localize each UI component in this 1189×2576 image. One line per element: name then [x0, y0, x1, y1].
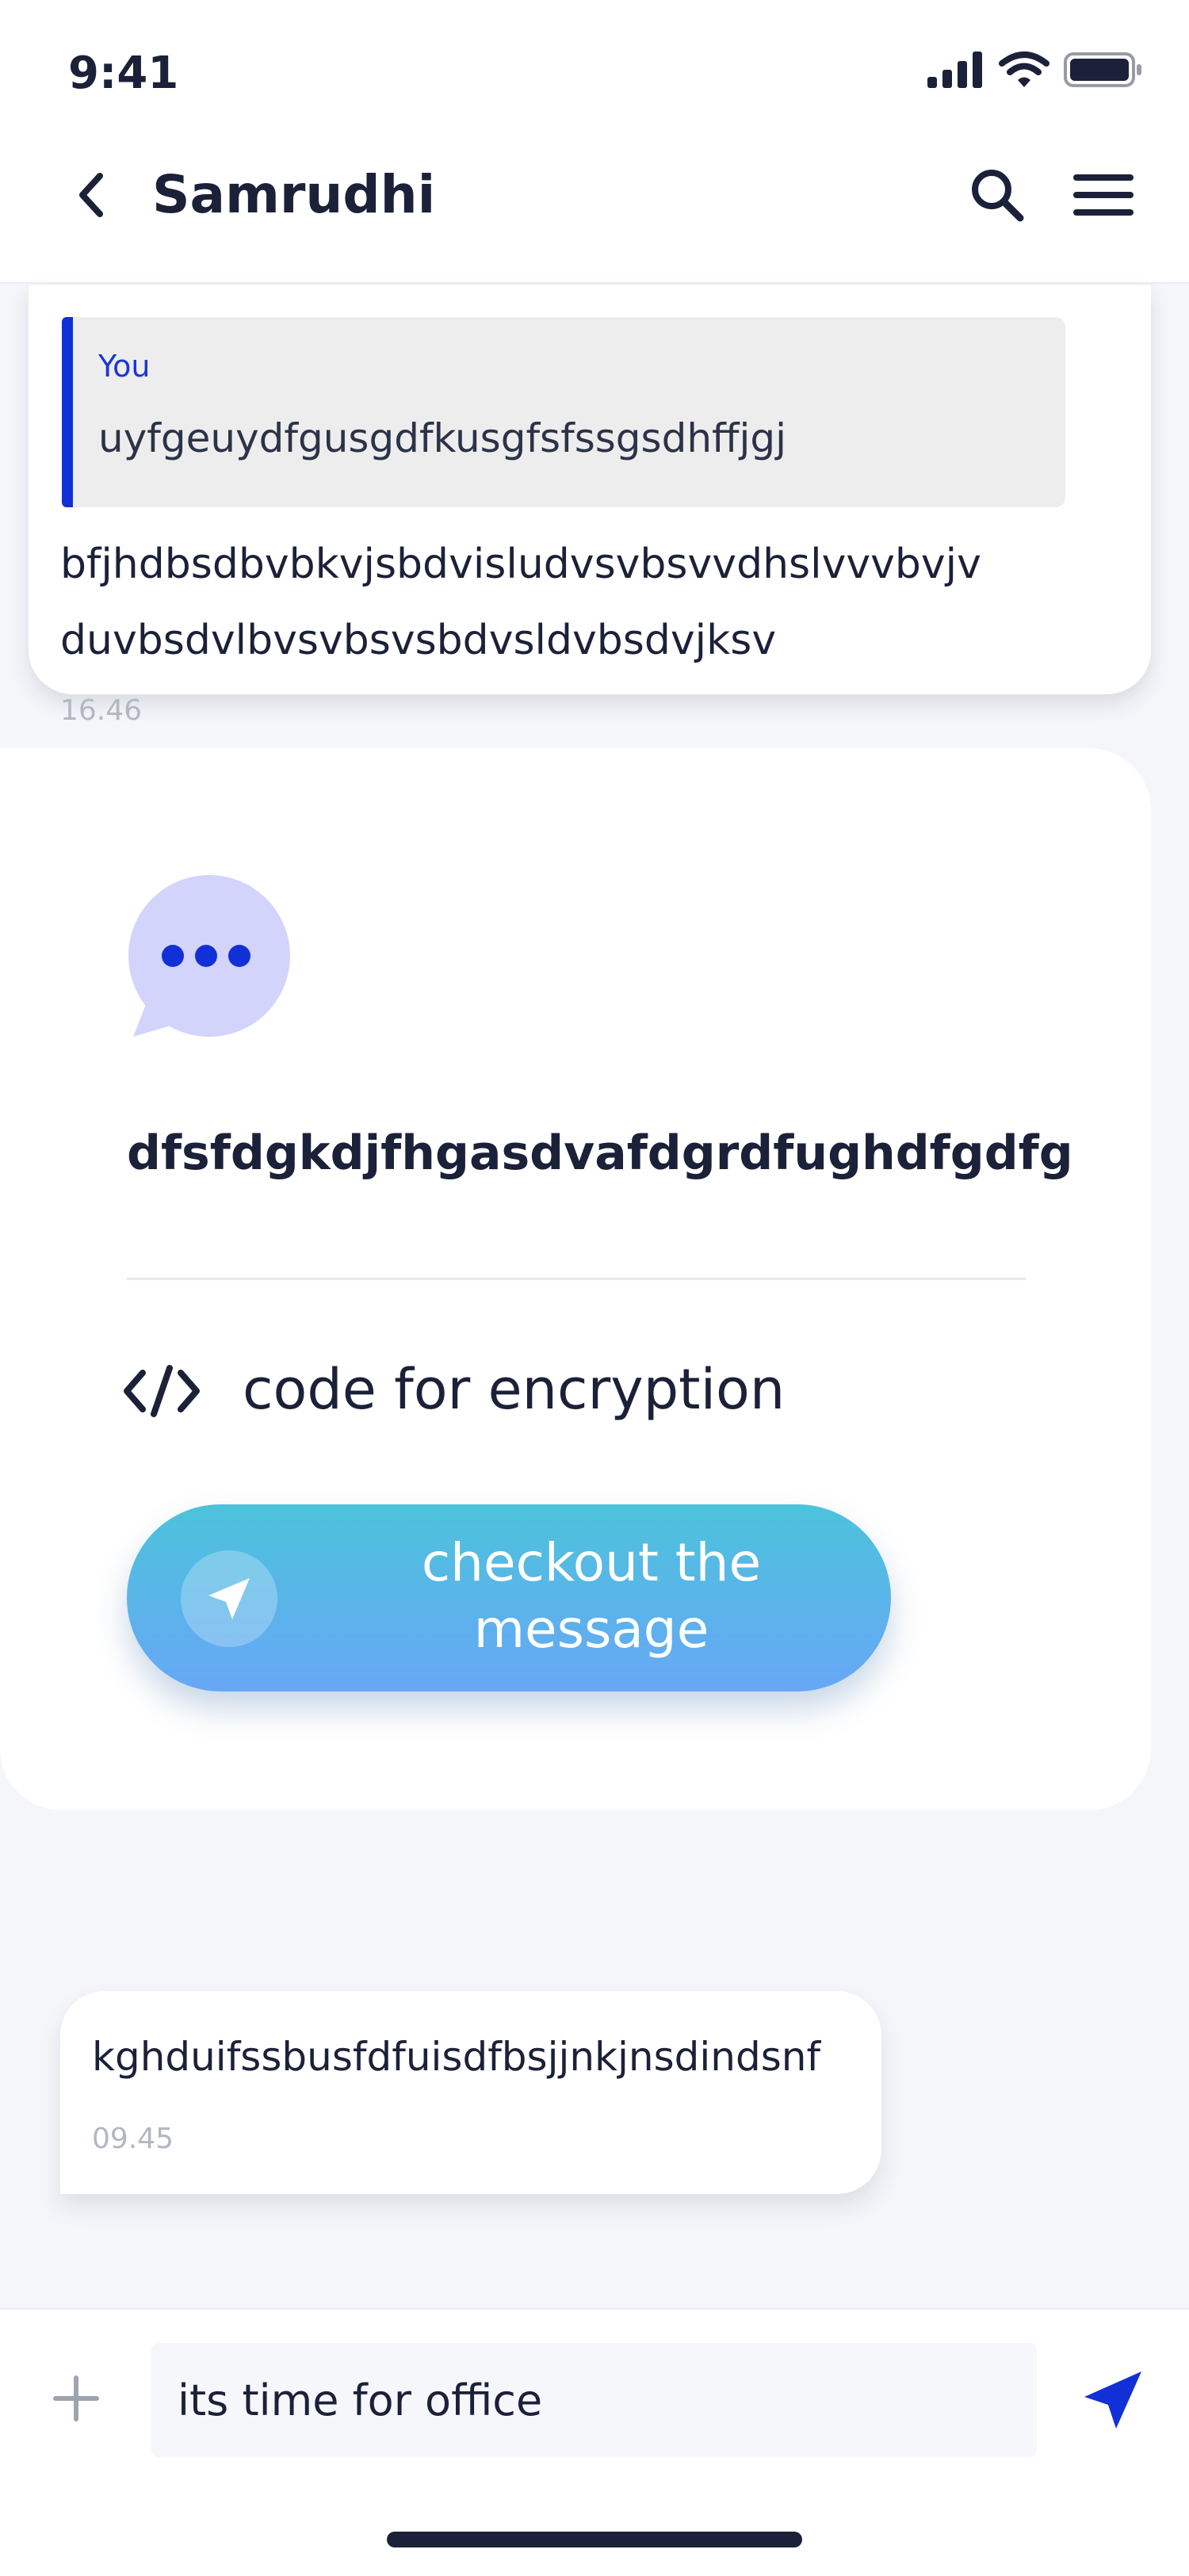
quote-accent-bar	[62, 317, 73, 507]
send-icon	[208, 1578, 250, 1619]
search-button[interactable]	[965, 163, 1029, 227]
send-button[interactable]	[1075, 2362, 1151, 2438]
chat-title: Samrudhi	[152, 164, 436, 225]
battery-icon	[1064, 52, 1141, 87]
quote-text: uyfgeuydfgusgdfkusgfsfssgsdhffjgj	[98, 415, 786, 461]
chat-bubble-icon	[128, 875, 290, 1037]
send-circle	[181, 1550, 277, 1647]
cellular-signal-icon	[927, 52, 982, 88]
search-icon	[972, 170, 1024, 222]
incoming-message-time: 09.45	[92, 2123, 174, 2155]
card-title: dfsfdgkdjfhgasdvafdgrdfughdfgdfg	[127, 1126, 1073, 1181]
chevron-left-icon	[79, 173, 103, 217]
quote-author: You	[98, 349, 151, 384]
code-label: code for encryption	[243, 1357, 786, 1422]
reply-message-time: 16.46	[60, 694, 143, 727]
status-time: 9:41	[68, 48, 179, 99]
plus-icon	[53, 2375, 99, 2421]
send-icon	[1084, 2372, 1141, 2429]
code-icon	[124, 1365, 200, 1417]
hamburger-menu-icon	[1073, 174, 1134, 216]
status-icons	[927, 51, 1143, 89]
incoming-message-bubble[interactable]	[60, 1991, 881, 2194]
card-divider	[127, 1278, 1026, 1280]
incoming-message-text: kghduifssbusfdfuisdfbsjjnkjnsdindsnf	[92, 2034, 821, 2080]
back-button[interactable]	[65, 163, 116, 227]
attach-button[interactable]	[48, 2370, 105, 2427]
quoted-message[interactable]	[62, 317, 1065, 507]
app-header	[0, 0, 1189, 284]
menu-button[interactable]	[1065, 163, 1141, 227]
home-indicator	[387, 2532, 802, 2547]
reply-message-text: bfjhdbsdbvbkvjsbdvisludvsvbsvvdhslvvvbvj…	[60, 541, 981, 664]
wifi-icon	[999, 52, 1049, 87]
checkout-button-label: checkout the message	[421, 1532, 762, 1660]
message-input[interactable]	[151, 2343, 1037, 2457]
